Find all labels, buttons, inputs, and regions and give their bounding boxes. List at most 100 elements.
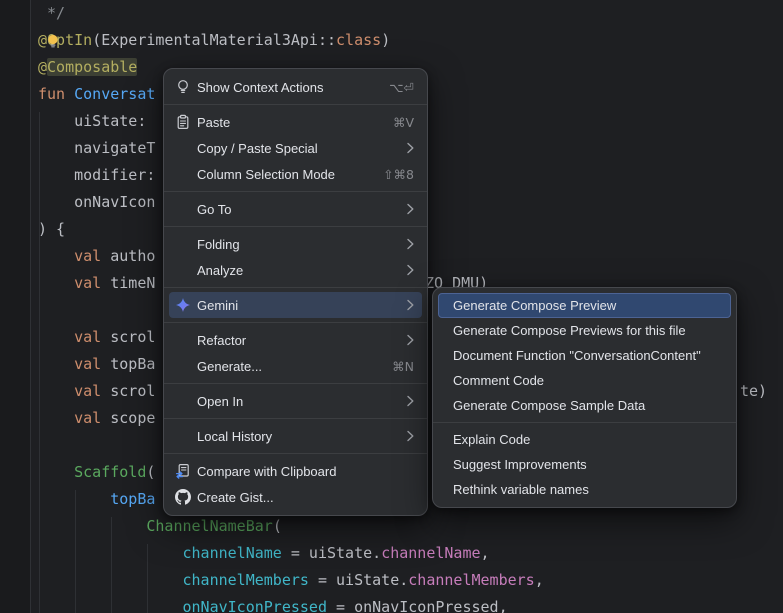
code-token: topBa [110,490,155,508]
icon-spacer [175,166,191,182]
code-token: val [74,409,110,427]
menu-item-label: Generate Compose Previews for this file [453,323,721,338]
code-token: Conversat [74,85,155,103]
menu-item-shortcut: ⌘N [392,359,414,374]
menu-item-label: Gemini [197,298,392,313]
code-token [38,409,74,427]
menu-item-label: Rethink variable names [453,482,721,497]
submenu-arrow-icon [406,430,414,442]
menu-item-go-to[interactable]: Go To [169,196,422,222]
submenu-item-generate-compose-sample-data[interactable]: Generate Compose Sample Data [438,393,731,418]
menu-item-paste[interactable]: Paste ⌘V [169,109,422,135]
github-icon [175,489,191,505]
code-line-20: channelName = uiState.channelName, [0,540,783,567]
clipboard-icon [175,114,191,130]
menu-item-shortcut: ⇧⌘8 [383,167,414,182]
code-token: */ [38,4,65,22]
code-token: ( [146,463,155,481]
menu-item-label: Column Selection Mode [197,167,369,182]
code-token: , [481,544,490,562]
submenu-item-document-function-conversationcontent[interactable]: Document Function "ConversationContent" [438,343,731,368]
icon-spacer [175,201,191,217]
menu-item-compare-with-clipboard[interactable]: Compare with Clipboard [169,458,422,484]
menu-item-label: Go To [197,202,392,217]
menu-item-label: Generate Compose Sample Data [453,398,721,413]
menu-item-label: Generate Compose Preview [453,298,720,313]
submenu-item-comment-code[interactable]: Comment Code [438,368,731,393]
menu-item-label: Paste [197,115,379,130]
submenu-item-suggest-improvements[interactable]: Suggest Improvements [438,452,731,477]
menu-separator [433,422,736,423]
icon-spacer [175,428,191,444]
menu-item-create-gist[interactable]: Create Gist... [169,484,422,510]
code-token [38,274,74,292]
code-token: class [336,31,381,49]
menu-separator [164,453,427,454]
code-line-0: */ [0,0,783,27]
menu-item-shortcut: ⌘V [393,115,414,130]
code-token [38,355,74,373]
code-token: , [535,571,544,589]
icon-spacer [175,358,191,374]
menu-item-column-selection-mode[interactable]: Column Selection Mode ⇧⌘8 [169,161,422,187]
submenu-arrow-icon [406,395,414,407]
icon-spacer [175,332,191,348]
code-token: = uiState. [282,544,381,562]
menu-item-label: Compare with Clipboard [197,464,414,479]
context-menu: Show Context Actions⌥⏎ Paste ⌘V Copy / Pas… [163,68,428,516]
menu-item-gemini[interactable]: Gemini [169,292,422,318]
code-token: val [74,274,110,292]
menu-separator [164,104,427,105]
menu-item-show-context-actions[interactable]: Show Context Actions⌥⏎ [169,74,422,100]
menu-item-label: Suggest Improvements [453,457,721,472]
menu-item-local-history[interactable]: Local History [169,423,422,449]
code-token [38,463,74,481]
code-token: Composable [47,58,137,76]
submenu-arrow-icon [406,203,414,215]
code-token: val [74,247,110,265]
intention-bulb-icon[interactable] [45,33,61,49]
code-token: fun [38,85,74,103]
menu-item-generate[interactable]: Generate... ⌘N [169,353,422,379]
submenu-item-rethink-variable-names[interactable]: Rethink variable names [438,477,731,502]
gemini-icon [175,297,191,313]
code-token: onNavIconPressed [183,598,328,613]
menu-item-analyze[interactable]: Analyze [169,257,422,283]
menu-item-label: Folding [197,237,392,252]
code-token: (ExperimentalMaterial3Api:: [92,31,336,49]
menu-item-label: Document Function "ConversationContent" [453,348,721,363]
menu-separator [164,226,427,227]
code-token: ChannelNameBar [146,517,272,535]
menu-item-label: Comment Code [453,373,721,388]
code-token: scrol [110,382,155,400]
code-token: val [74,355,110,373]
code-token: = onNavIconPressed, [327,598,508,613]
menu-separator [164,191,427,192]
submenu-item-explain-code[interactable]: Explain Code [438,427,731,452]
code-token: = uiState. [309,571,408,589]
menu-item-label: Analyze [197,263,392,278]
code-token: val [74,382,110,400]
menu-item-label: Show Context Actions [197,80,375,95]
code-token [38,247,74,265]
menu-separator [164,287,427,288]
code-token: ) [381,31,390,49]
code-token: @ [38,58,47,76]
icon-spacer [175,236,191,252]
menu-item-label: Generate... [197,359,378,374]
submenu-arrow-icon [406,264,414,276]
menu-item-copy-paste-special[interactable]: Copy / Paste Special [169,135,422,161]
code-token: te) [740,378,767,405]
submenu-item-generate-compose-previews-for-this-file[interactable]: Generate Compose Previews for this file [438,318,731,343]
menu-item-open-in[interactable]: Open In [169,388,422,414]
code-token: navigateT [38,139,155,157]
code-token: channelName [183,544,282,562]
code-token: autho [110,247,155,265]
menu-item-refactor[interactable]: Refactor [169,327,422,353]
code-token: Scaffold [74,463,146,481]
code-token: ) { [38,220,65,238]
submenu-item-generate-compose-preview[interactable]: Generate Compose Preview [438,293,731,318]
menu-separator [164,322,427,323]
code-token: timeN [110,274,155,292]
menu-item-folding[interactable]: Folding [169,231,422,257]
